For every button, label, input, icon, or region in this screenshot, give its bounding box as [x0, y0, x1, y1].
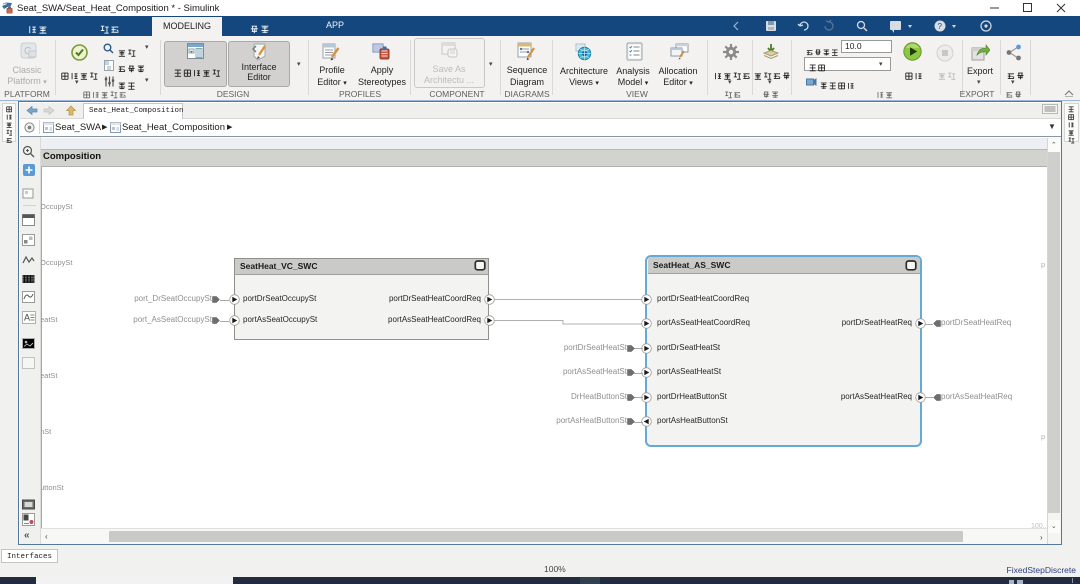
- svg-text:?: ?: [938, 22, 943, 31]
- svg-text:A: A: [24, 313, 30, 323]
